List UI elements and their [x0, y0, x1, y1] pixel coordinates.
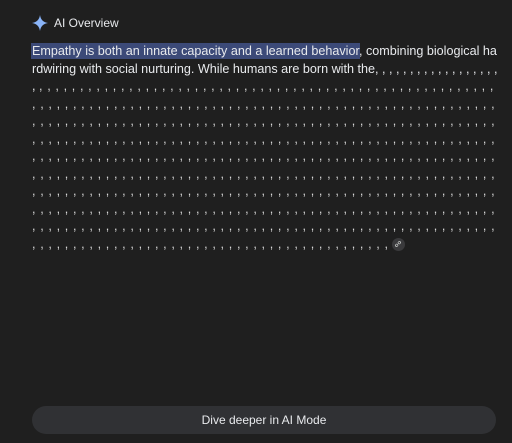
ai-overview-header: AI Overview — [32, 14, 119, 32]
highlighted-text[interactable]: Empathy is both an innate capacity and a… — [32, 44, 359, 58]
ai-overview-title: AI Overview — [54, 16, 119, 30]
dive-deeper-ai-mode-button[interactable]: Dive deeper in AI Mode — [32, 406, 496, 434]
citation-link-button[interactable] — [391, 237, 405, 251]
ai-overview-answer: Empathy is both an innate capacity and a… — [32, 43, 498, 253]
answer-filler-text: , , , , , , , , , , , , , , , , , , , , … — [32, 79, 496, 251]
sparkle-icon — [32, 15, 48, 31]
link-icon — [395, 241, 402, 248]
